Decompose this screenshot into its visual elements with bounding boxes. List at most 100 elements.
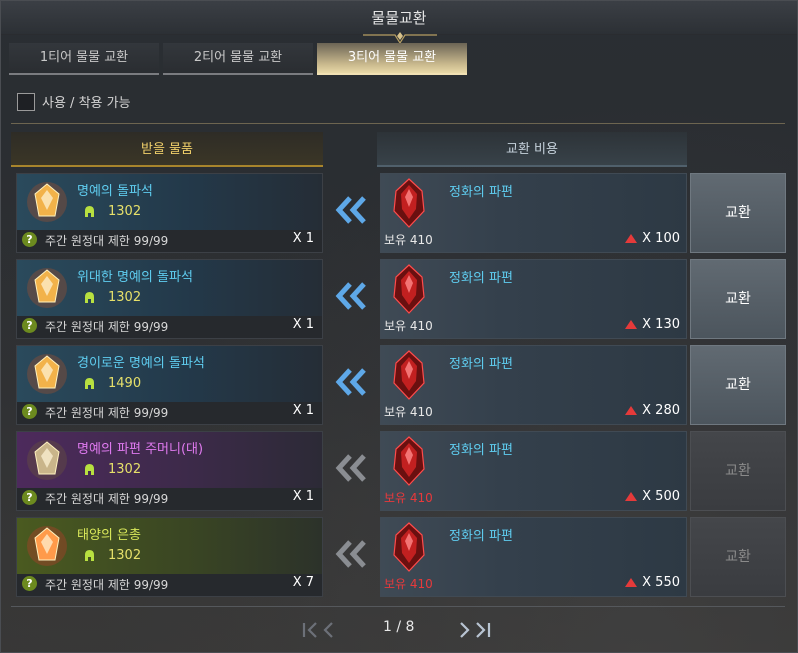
crystal-shard-icon xyxy=(393,522,425,572)
reward-quantity: X 1 xyxy=(292,489,314,504)
help-icon[interactable]: ? xyxy=(22,318,37,333)
owned-amount: 보유 410 xyxy=(384,491,433,505)
crystal-shard-icon xyxy=(393,264,425,314)
item-level-value: 1302 xyxy=(108,204,142,219)
help-icon[interactable]: ? xyxy=(22,576,37,591)
cost-item[interactable]: 정화의 파편 보유 410 X 100 xyxy=(380,173,687,253)
up-arrow-icon xyxy=(625,320,638,329)
help-icon[interactable]: ? xyxy=(22,232,37,247)
exchange-button[interactable]: 교환 xyxy=(690,431,786,511)
weekly-limit: 주간 원정대 제한 99/99 xyxy=(45,578,169,592)
cost-item-name: 정화의 파편 xyxy=(449,185,513,200)
usable-filter-label: 사용 / 착용 가능 xyxy=(42,96,131,111)
reward-quantity: X 7 xyxy=(292,575,314,590)
last-page-icon[interactable] xyxy=(457,621,493,639)
cost-quantity: X 500 xyxy=(625,489,680,504)
owned-amount: 보유 410 xyxy=(384,577,433,591)
item-level: 1490 xyxy=(83,376,141,391)
reward-item-name: 태양의 은총 xyxy=(77,528,141,543)
tier-tabs: 1티어 물물 교환 2티어 물물 교환 3티어 물물 교환 xyxy=(9,43,471,75)
exchange-row: 명예의 파편 주머니(대) 1302 ? 주간 원정대 제한 99/99 X 1… xyxy=(1,431,798,511)
reward-item-name: 경이로운 명예의 돌파석 xyxy=(77,356,205,371)
weekly-limit: 주간 원정대 제한 99/99 xyxy=(45,492,169,506)
reward-item-icon xyxy=(27,268,67,308)
exchange-row: 위대한 명예의 돌파석 1302 ? 주간 원정대 제한 99/99 X 1 정… xyxy=(1,259,798,339)
reward-item-name: 위대한 명예의 돌파석 xyxy=(77,270,193,285)
crystal-shard-icon xyxy=(393,178,425,228)
divider xyxy=(11,123,785,124)
cost-quantity: X 130 xyxy=(625,317,680,332)
cost-item[interactable]: 정화의 파편 보유 410 X 500 xyxy=(380,431,687,511)
helmet-icon xyxy=(85,463,94,475)
owned-amount: 보유 410 xyxy=(384,319,433,333)
double-arrow-left-icon xyxy=(335,540,366,568)
weekly-limit: 주간 원정대 제한 99/99 xyxy=(45,406,169,420)
first-page-icon[interactable] xyxy=(301,621,337,639)
helmet-icon xyxy=(85,291,94,303)
cost-quantity-value: X 500 xyxy=(642,489,680,504)
divider xyxy=(11,606,785,607)
cost-column-header: 교환 비용 xyxy=(377,132,687,167)
up-arrow-icon xyxy=(625,406,638,415)
double-arrow-left-icon xyxy=(335,368,366,396)
reward-item[interactable]: 위대한 명예의 돌파석 1302 ? 주간 원정대 제한 99/99 X 1 xyxy=(16,259,323,339)
tab-tier-1[interactable]: 1티어 물물 교환 xyxy=(9,43,159,75)
barter-window: 물물교환 1티어 물물 교환 2티어 물물 교환 3티어 물물 교환 사용 / … xyxy=(0,0,798,653)
tab-tier-2[interactable]: 2티어 물물 교환 xyxy=(163,43,313,75)
reward-item[interactable]: 경이로운 명예의 돌파석 1490 ? 주간 원정대 제한 99/99 X 1 xyxy=(16,345,323,425)
exchange-button[interactable]: 교환 xyxy=(690,517,786,597)
cost-item[interactable]: 정화의 파편 보유 410 X 280 xyxy=(380,345,687,425)
cost-quantity: X 100 xyxy=(625,231,680,246)
double-arrow-left-icon xyxy=(335,196,366,224)
item-level: 1302 xyxy=(83,548,141,563)
reward-column-header: 받을 물품 xyxy=(11,132,323,167)
reward-item-name: 명예의 돌파석 xyxy=(77,184,153,199)
reward-item-icon xyxy=(27,182,67,222)
reward-quantity: X 1 xyxy=(292,231,314,246)
usable-checkbox[interactable] xyxy=(17,92,35,111)
double-arrow-left-icon xyxy=(335,454,366,482)
double-arrow-left-icon xyxy=(335,282,366,310)
item-level-value: 1302 xyxy=(108,548,142,563)
help-icon[interactable]: ? xyxy=(22,404,37,419)
cost-item[interactable]: 정화의 파편 보유 410 X 550 xyxy=(380,517,687,597)
cost-quantity-value: X 100 xyxy=(642,231,680,246)
item-level-value: 1490 xyxy=(108,376,142,391)
cost-item-name: 정화의 파편 xyxy=(449,271,513,286)
cost-quantity-value: X 550 xyxy=(642,575,680,590)
help-icon[interactable]: ? xyxy=(22,490,37,505)
exchange-button[interactable]: 교환 xyxy=(690,173,786,253)
item-level-value: 1302 xyxy=(108,290,142,305)
crystal-shard-icon xyxy=(393,436,425,486)
reward-item[interactable]: 명예의 돌파석 1302 ? 주간 원정대 제한 99/99 X 1 xyxy=(16,173,323,253)
weekly-limit: 주간 원정대 제한 99/99 xyxy=(45,234,169,248)
exchange-row: 태양의 은총 1302 ? 주간 원정대 제한 99/99 X 7 정화의 파편… xyxy=(1,517,798,597)
cost-quantity: X 280 xyxy=(625,403,680,418)
cost-quantity-value: X 130 xyxy=(642,317,680,332)
reward-quantity: X 1 xyxy=(292,403,314,418)
exchange-row: 경이로운 명예의 돌파석 1490 ? 주간 원정대 제한 99/99 X 1 … xyxy=(1,345,798,425)
reward-item-icon xyxy=(27,354,67,394)
exchange-row: 명예의 돌파석 1302 ? 주간 원정대 제한 99/99 X 1 정화의 파… xyxy=(1,173,798,253)
item-level: 1302 xyxy=(83,462,141,477)
reward-item[interactable]: 태양의 은총 1302 ? 주간 원정대 제한 99/99 X 7 xyxy=(16,517,323,597)
cost-item-name: 정화의 파편 xyxy=(449,529,513,544)
item-level-value: 1302 xyxy=(108,462,142,477)
helmet-icon xyxy=(85,377,94,389)
tab-tier-3[interactable]: 3티어 물물 교환 xyxy=(317,43,467,75)
reward-item[interactable]: 명예의 파편 주머니(대) 1302 ? 주간 원정대 제한 99/99 X 1 xyxy=(16,431,323,511)
usable-filter[interactable]: 사용 / 착용 가능 xyxy=(17,92,131,111)
reward-item-icon xyxy=(27,526,67,566)
page-indicator: 1 / 8 xyxy=(383,619,415,635)
exchange-button[interactable]: 교환 xyxy=(690,259,786,339)
crystal-shard-icon xyxy=(393,350,425,400)
reward-item-name: 명예의 파편 주머니(대) xyxy=(77,442,204,457)
owned-amount: 보유 410 xyxy=(384,405,433,419)
item-level: 1302 xyxy=(83,204,141,219)
exchange-button[interactable]: 교환 xyxy=(690,345,786,425)
cost-item[interactable]: 정화의 파편 보유 410 X 130 xyxy=(380,259,687,339)
helmet-icon xyxy=(85,205,94,217)
cost-quantity-value: X 280 xyxy=(642,403,680,418)
up-arrow-icon xyxy=(625,234,638,243)
helmet-icon xyxy=(85,549,94,561)
